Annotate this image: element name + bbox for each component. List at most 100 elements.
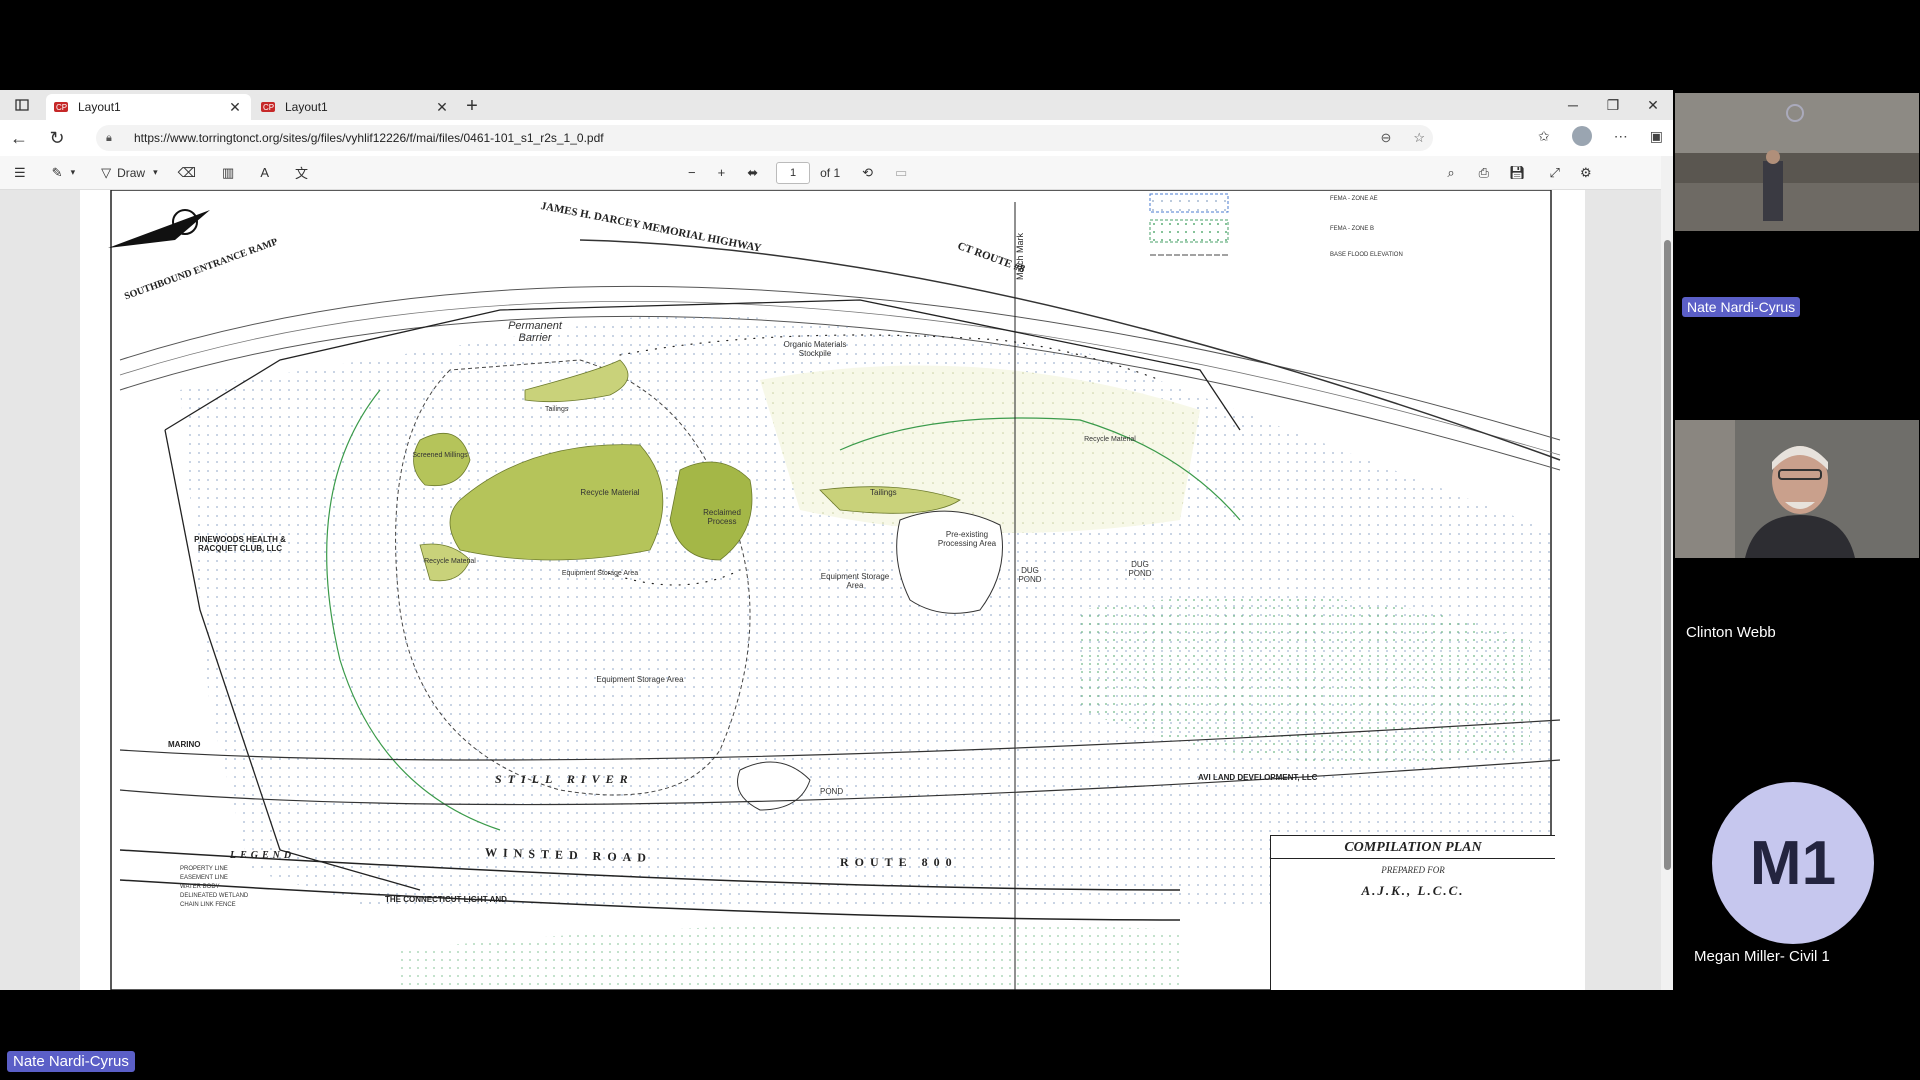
close-tab-icon[interactable]: ✕: [227, 99, 243, 116]
equipment-storage-label: Equipment Storage Area: [596, 675, 684, 684]
tab-title: Layout1: [285, 100, 328, 114]
prepared-for-label: PREPARED FOR: [1381, 865, 1445, 875]
participant-name-label: Clinton Webb: [1686, 624, 1776, 641]
highlight-icon[interactable]: ✎: [52, 165, 63, 181]
sidebar-icon[interactable]: ▣: [1650, 128, 1663, 145]
url-text: https://www.torringtonct.org/sites/g/fil…: [134, 131, 604, 145]
compilation-plan-title: COMPILATION PLAN: [1271, 840, 1555, 859]
dug-pond-label: DUG POND: [1018, 566, 1042, 584]
page-number-input[interactable]: 1: [776, 161, 811, 184]
utility-owner-label: THE CONNECTICUT LIGHT AND: [385, 895, 507, 904]
screened-millings-label: Screened Millings: [412, 452, 468, 459]
recycle-material-label: Recycle Material: [1084, 436, 1136, 443]
recycle-material-label: Recycle Material: [580, 488, 640, 497]
new-tab-button[interactable]: +: [458, 94, 486, 120]
pdf-favicon-icon: CP: [261, 102, 275, 112]
reclaimed-process-label: Reclaimed Process: [703, 508, 741, 526]
svg-text:CP: CP: [56, 103, 67, 112]
legend-title: LEGEND: [230, 850, 296, 861]
tab-title: Layout1: [78, 100, 121, 114]
active-speaker-tag: Nate Nardi-Cyrus: [7, 1051, 135, 1072]
read-aloud-icon[interactable]: A: [260, 165, 269, 180]
zoom-icon[interactable]: ⊖: [1380, 130, 1391, 146]
more-icon[interactable]: ⋯: [1614, 128, 1628, 145]
marino-owner-label: MARINO: [168, 740, 201, 749]
route-800-label: ROUTE 800: [840, 855, 958, 869]
pdf-toolbar: ☰ ✎ ▾ ▽ Draw ▾ ⌫ ▥ A 文 − + ⬌ 1 of 1 ⟲ ▭ …: [0, 156, 1673, 190]
base-flood-label: BASE FLOOD ELEVATION: [1330, 252, 1403, 258]
dug-pond-label: DUG POND: [1128, 560, 1152, 578]
participant-video-clinton[interactable]: [1675, 420, 1919, 558]
participant-name-tag: Nate Nardi-Cyrus: [1682, 297, 1801, 317]
rotate-icon[interactable]: ⟲: [862, 165, 873, 181]
refresh-icon[interactable]: ↻: [38, 128, 76, 149]
close-window-icon[interactable]: ✕: [1633, 90, 1673, 120]
tailings-label: Tailings: [870, 488, 897, 497]
client-name: A.J.K., L.C.C.: [1361, 883, 1465, 898]
eraser-icon[interactable]: ⌫: [178, 165, 196, 181]
svg-text:CP: CP: [263, 103, 274, 112]
lock-icon: 🔒︎: [106, 131, 112, 144]
view-icon[interactable]: ▥: [222, 165, 234, 181]
minimize-icon[interactable]: ─: [1553, 90, 1593, 120]
url-field[interactable]: 🔒︎ https://www.torringtonct.org/sites/g/…: [96, 125, 1433, 151]
chevron-down-icon[interactable]: ▾: [153, 167, 158, 178]
vertical-scrollbar[interactable]: [1661, 156, 1673, 990]
participant-video-room[interactable]: [1675, 93, 1919, 231]
close-tab-icon[interactable]: ✕: [434, 99, 450, 116]
address-bar: ← ↻ 🔒︎ https://www.torringtonct.org/site…: [0, 120, 1673, 156]
zoom-in-icon[interactable]: +: [718, 165, 726, 180]
settings-icon[interactable]: ⚙: [1580, 165, 1592, 181]
pdf-page[interactable]: JAMES H. DARCEY MEMORIAL HIGHWAY CT ROUT…: [80, 190, 1585, 990]
tab-actions-icon[interactable]: [0, 90, 44, 120]
person-video-feed: [1675, 420, 1919, 558]
back-icon[interactable]: ←: [0, 128, 38, 149]
print-icon[interactable]: ⎙: [1479, 165, 1489, 181]
avi-owner-label: AVI LAND DEVELOPMENT, LLC: [1198, 773, 1318, 782]
favorite-star-icon[interactable]: ☆: [1413, 130, 1425, 146]
fema-b-label: FEMA - ZONE B: [1330, 226, 1375, 232]
legend-item: WATER BODY: [180, 884, 220, 890]
organic-stockpile-label: Organic Materials Stockpile: [783, 340, 847, 358]
draw-icon[interactable]: ▽: [101, 165, 111, 181]
fullscreen-icon[interactable]: ⤢: [1550, 165, 1560, 181]
scrollbar-thumb[interactable]: [1664, 240, 1671, 870]
pond-label: POND: [820, 787, 844, 796]
fema-ae-label: FEMA - ZONE AE: [1330, 196, 1378, 202]
title-block: COMPILATION PLAN PREPARED FOR A.J.K., L.…: [1270, 835, 1555, 990]
contents-icon[interactable]: ☰: [14, 165, 26, 181]
tab-layout1[interactable]: CP Layout1 ✕: [253, 94, 458, 120]
north-arrow-icon: [108, 209, 210, 248]
search-icon[interactable]: ⌕: [1447, 165, 1454, 181]
legend-item: PROPERTY LINE: [180, 866, 228, 872]
two-page-icon[interactable]: ▭: [895, 165, 907, 181]
tailings-label: Tailings: [545, 406, 569, 413]
pinewoods-owner-label: PINEWOODS HEALTH & RACQUET CLUB, LLC: [194, 535, 286, 553]
preexisting-area-label: Pre-existing Processing Area: [937, 530, 997, 548]
pdf-viewer: JAMES H. DARCEY MEMORIAL HIGHWAY CT ROUT…: [0, 190, 1673, 990]
restore-icon[interactable]: ❐: [1593, 90, 1633, 120]
still-river-label: STILL RIVER: [495, 772, 634, 786]
legend: LEGEND PROPERTY LINE EASEMENT LINE WATER…: [180, 850, 360, 910]
tab-strip: CP Layout1 ✕ CP Layout1 ✕ + ─ ❐ ✕: [0, 90, 1673, 120]
legend-item: CHAIN LINK FENCE: [180, 902, 236, 908]
legend-item: DELINEATED WETLAND: [180, 893, 249, 899]
save-icon[interactable]: 💾︎: [1509, 165, 1526, 181]
translate-icon[interactable]: 文: [295, 163, 308, 182]
participant-avatar[interactable]: M1: [1712, 782, 1874, 944]
favorites-icon[interactable]: ✩: [1538, 128, 1550, 145]
match-mark-label: Match Mark: [1015, 232, 1025, 280]
profile-avatar[interactable]: [1571, 126, 1592, 146]
page-total: of 1: [820, 165, 841, 180]
chevron-down-icon[interactable]: ▾: [71, 167, 76, 178]
fit-page-icon[interactable]: ⬌: [747, 165, 758, 181]
draw-button[interactable]: Draw: [117, 166, 145, 180]
equipment-storage-label: Equipment Storage Area: [820, 572, 890, 590]
participant-name-label: Megan Miller- Civil 1: [1694, 948, 1830, 965]
permanent-barrier-label: Permanent Barrier: [508, 320, 562, 344]
window-controls: ─ ❐ ✕: [1553, 90, 1673, 120]
legend-item: EASEMENT LINE: [180, 875, 228, 881]
tab-layout1-active[interactable]: CP Layout1 ✕: [46, 94, 251, 120]
zoom-out-icon[interactable]: −: [688, 165, 696, 180]
browser-window: CP Layout1 ✕ CP Layout1 ✕ + ─ ❐ ✕ ← ↻ 🔒︎…: [0, 90, 1673, 990]
